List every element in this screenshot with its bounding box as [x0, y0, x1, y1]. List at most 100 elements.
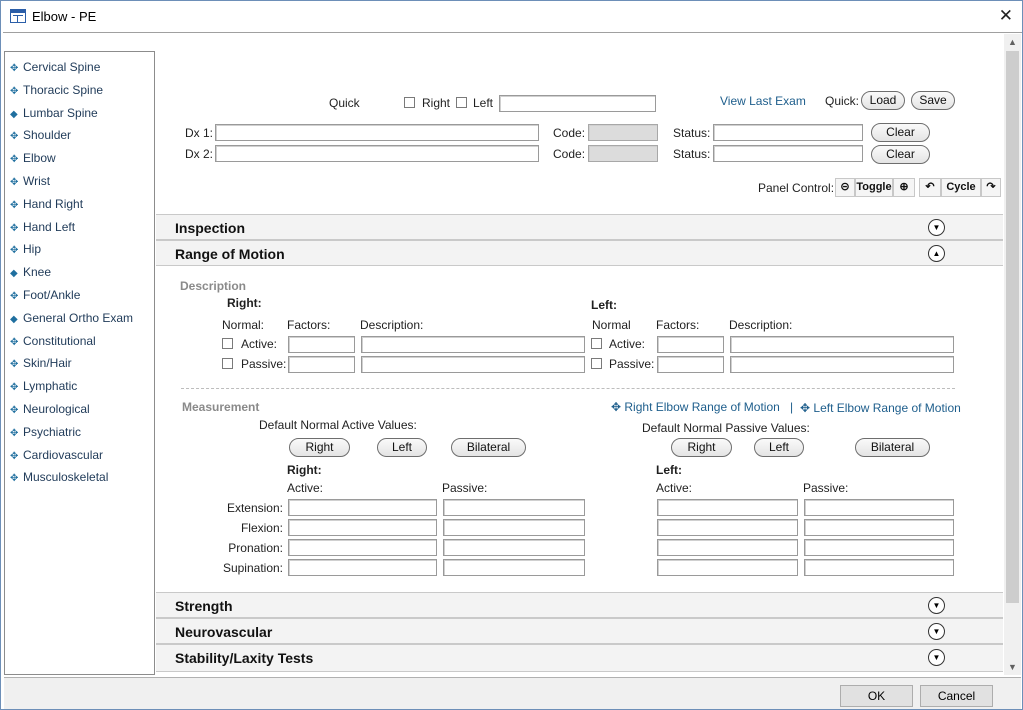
sidebar-item-wrist[interactable]: ✥ Wrist: [10, 174, 50, 188]
sidebar-item-label: Hand Left: [23, 219, 76, 234]
extension-right-passive-input[interactable]: [443, 499, 585, 516]
right-elbow-rom-link[interactable]: ✥ Right Elbow Range of Motion: [611, 400, 780, 414]
left-passive-factors-input[interactable]: [657, 356, 724, 373]
supination-left-active-input[interactable]: [657, 559, 798, 576]
flexion-right-passive-input[interactable]: [443, 519, 585, 536]
save-button[interactable]: Save: [911, 91, 955, 110]
supination-left-passive-input[interactable]: [804, 559, 954, 576]
quick-left-checkbox[interactable]: [456, 97, 467, 108]
sidebar-item-cervical-spine[interactable]: ✥ Cervical Spine: [10, 60, 100, 74]
right-passive-normal-checkbox[interactable]: [222, 358, 233, 369]
meas-left-active-col: Active:: [656, 481, 693, 495]
expand-all-icon[interactable]: ⊕: [893, 178, 915, 197]
active-bilateral-button[interactable]: Bilateral: [451, 438, 526, 457]
sidebar-item-elbow[interactable]: ✥ Elbow: [10, 151, 56, 165]
flexion-right-active-input[interactable]: [288, 519, 437, 536]
sidebar-item-foot-ankle[interactable]: ✥ Foot/Ankle: [10, 288, 80, 302]
flexion-left-passive-input[interactable]: [804, 519, 954, 536]
supination-right-active-input[interactable]: [288, 559, 437, 576]
supination-right-passive-input[interactable]: [443, 559, 585, 576]
view-last-exam-link[interactable]: View Last Exam: [720, 94, 806, 108]
collapse-all-icon[interactable]: ⊝: [835, 178, 855, 197]
cycle-button[interactable]: Cycle: [941, 178, 981, 197]
desc-right-heading: Right:: [227, 296, 262, 310]
pronation-left-active-input[interactable]: [657, 539, 798, 556]
sidebar-item-hand-right[interactable]: ✥ Hand Right: [10, 197, 83, 211]
sidebar-item-shoulder[interactable]: ✥ Shoulder: [10, 128, 71, 142]
expand-down-icon[interactable]: ▼: [928, 597, 945, 614]
left-passive-normal-checkbox[interactable]: [591, 358, 602, 369]
quick-right-checkbox[interactable]: [404, 97, 415, 108]
title-divider: [3, 32, 1022, 33]
dx1-input[interactable]: [215, 124, 539, 141]
scroll-thumb[interactable]: [1006, 51, 1019, 603]
quick-input[interactable]: [499, 95, 656, 112]
passive-right-button[interactable]: Right: [671, 438, 732, 457]
diamond-bullet-icon: ◆: [10, 268, 18, 280]
expand-down-icon[interactable]: ▼: [928, 623, 945, 640]
sidebar-item-constitutional[interactable]: ✥ Constitutional: [10, 334, 96, 348]
expand-down-icon[interactable]: ▼: [928, 219, 945, 236]
right-active-label: Active:: [241, 337, 278, 351]
extension-left-passive-input[interactable]: [804, 499, 954, 516]
right-active-normal-checkbox[interactable]: [222, 338, 233, 349]
left-active-factors-input[interactable]: [657, 336, 724, 353]
panel-stability[interactable]: Stability/Laxity Tests ▼: [156, 644, 1003, 672]
extension-right-active-input[interactable]: [288, 499, 437, 516]
sidebar-item-lumbar-spine[interactable]: ◆ Lumbar Spine: [10, 106, 98, 120]
pronation-right-active-input[interactable]: [288, 539, 437, 556]
left-elbow-rom-link[interactable]: ✥ Left Elbow Range of Motion: [800, 401, 961, 415]
passive-bilateral-button[interactable]: Bilateral: [855, 438, 930, 457]
cycle-back-icon[interactable]: ↶: [919, 178, 941, 197]
left-active-normal-checkbox[interactable]: [591, 338, 602, 349]
sidebar-item-psychiatric[interactable]: ✥ Psychiatric: [10, 425, 81, 439]
load-button[interactable]: Load: [861, 91, 905, 110]
sidebar-item-cardiovascular[interactable]: ✥ Cardiovascular: [10, 448, 103, 462]
clear2-button[interactable]: Clear: [871, 145, 930, 164]
dx2-input[interactable]: [215, 145, 539, 162]
sidebar-item-thoracic-spine[interactable]: ✥ Thoracic Spine: [10, 83, 103, 97]
flexion-left-active-input[interactable]: [657, 519, 798, 536]
right-active-description-input[interactable]: [361, 336, 585, 353]
status2-input[interactable]: [713, 145, 863, 162]
left-passive-description-input[interactable]: [730, 356, 954, 373]
meas-left-passive-col: Passive:: [803, 481, 849, 495]
sidebar-item-general-ortho-exam[interactable]: ◆ General Ortho Exam: [10, 311, 133, 325]
scroll-down-icon[interactable]: ▼: [1004, 659, 1021, 675]
active-left-button[interactable]: Left: [377, 438, 427, 457]
sidebar-item-knee[interactable]: ◆ Knee: [10, 265, 51, 279]
right-passive-label: Passive:: [241, 357, 287, 371]
collapse-up-icon[interactable]: ▲: [928, 245, 945, 262]
sidebar-item-musculoskeletal[interactable]: ✥ Musculoskeletal: [10, 470, 108, 484]
ok-button[interactable]: OK: [840, 685, 913, 707]
clear1-button[interactable]: Clear: [871, 123, 930, 142]
close-icon[interactable]: ✕: [999, 7, 1013, 24]
cycle-forward-icon[interactable]: ↷: [981, 178, 1001, 197]
cancel-button[interactable]: Cancel: [920, 685, 993, 707]
pronation-right-passive-input[interactable]: [443, 539, 585, 556]
sidebar-item-skin-hair[interactable]: ✥ Skin/Hair: [10, 356, 72, 370]
pronation-left-passive-input[interactable]: [804, 539, 954, 556]
sidebar-item-neurological[interactable]: ✥ Neurological: [10, 402, 90, 416]
status1-input[interactable]: [713, 124, 863, 141]
active-right-button[interactable]: Right: [289, 438, 350, 457]
sidebar-item-hand-left[interactable]: ✥ Hand Left: [10, 220, 75, 234]
extension-left-active-input[interactable]: [657, 499, 798, 516]
panel-range-of-motion[interactable]: Range of Motion ▲: [156, 240, 1003, 266]
scroll-up-icon[interactable]: ▲: [1004, 34, 1021, 50]
vertical-scrollbar[interactable]: ▲ ▼: [1004, 34, 1021, 675]
code1-label: Code:: [553, 126, 586, 140]
sidebar-item-lymphatic[interactable]: ✥ Lymphatic: [10, 379, 77, 393]
panel-inspection[interactable]: Inspection ▼: [156, 214, 1003, 240]
toggle-button[interactable]: Toggle: [855, 178, 893, 197]
panel-strength[interactable]: Strength ▼: [156, 592, 1003, 618]
sidebar-item-hip[interactable]: ✥ Hip: [10, 242, 41, 256]
right-passive-description-input[interactable]: [361, 356, 585, 373]
expand-down-icon[interactable]: ▼: [928, 649, 945, 666]
right-active-factors-input[interactable]: [288, 336, 355, 353]
panel-neurovascular[interactable]: Neurovascular ▼: [156, 618, 1003, 644]
left-active-description-input[interactable]: [730, 336, 954, 353]
passive-left-button[interactable]: Left: [754, 438, 804, 457]
right-passive-factors-input[interactable]: [288, 356, 355, 373]
sidebar-item-label: Wrist: [23, 174, 51, 188]
